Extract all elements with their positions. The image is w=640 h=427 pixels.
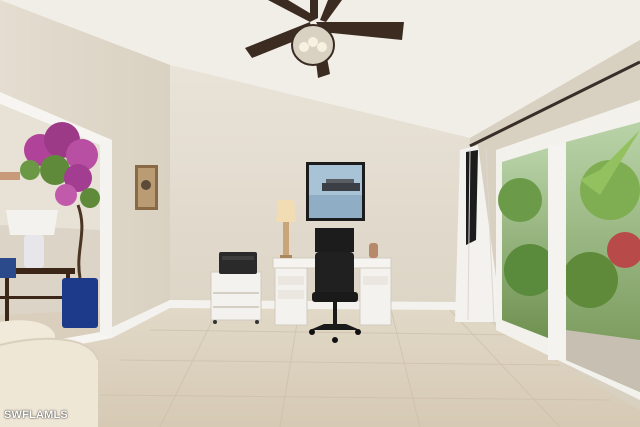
printer-cart: [210, 271, 262, 324]
door-frame: [100, 140, 112, 338]
framed-artwork-back: [306, 162, 365, 221]
printer-icon: [219, 252, 257, 274]
table-lamp-icon: [6, 210, 58, 235]
framed-artwork-left: [135, 165, 158, 210]
desk-decor: [369, 243, 378, 258]
photo-scene: SWFLAMLS: [0, 0, 640, 427]
room-illustration: [0, 0, 640, 427]
office-chair-icon: [309, 252, 361, 343]
planter-pot: [62, 278, 98, 328]
watermark-logo: SWFLAMLS: [4, 409, 68, 421]
